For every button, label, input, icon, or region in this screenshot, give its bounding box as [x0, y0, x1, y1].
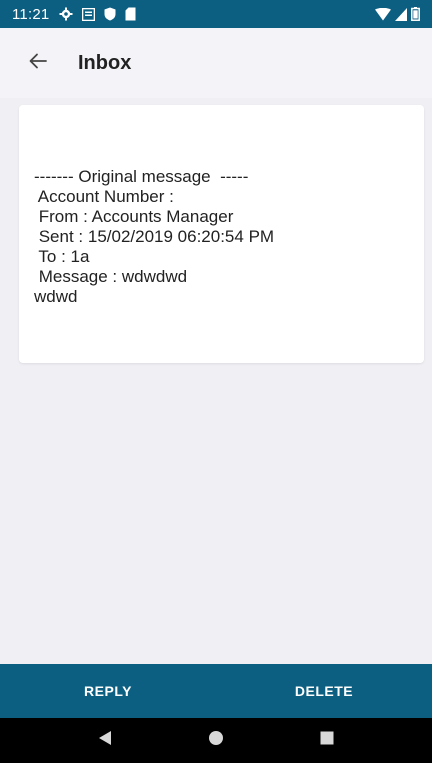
shield-icon: [104, 7, 116, 21]
nav-home-button[interactable]: [194, 719, 238, 763]
signal-icon: [395, 7, 407, 21]
message-header-line: ------- Original message -----: [34, 167, 249, 186]
message-to: To : 1a: [34, 247, 90, 266]
app-bar: Inbox: [0, 28, 432, 98]
message-icon: [82, 7, 96, 21]
status-left: 11:21: [12, 6, 136, 23]
reply-button[interactable]: REPLY: [0, 664, 216, 718]
delete-button[interactable]: DELETE: [216, 664, 432, 718]
sd-card-icon: [125, 7, 136, 21]
home-circle-icon: [208, 730, 224, 751]
message-card: ------- Original message ----- Account N…: [19, 105, 424, 363]
message-sent: Sent : 15/02/2019 06:20:54 PM: [34, 227, 275, 246]
gear-icon: [59, 7, 73, 21]
message-account-number: Account Number :: [34, 187, 174, 206]
status-time: 11:21: [12, 5, 50, 23]
page-title: Inbox: [78, 51, 132, 74]
back-button[interactable]: [18, 43, 58, 83]
back-triangle-icon: [98, 730, 112, 751]
status-bar: 11:21: [0, 0, 432, 28]
system-nav-bar: [0, 718, 432, 763]
status-right: [375, 7, 420, 21]
message-body-continued: wdwd: [34, 287, 78, 306]
wifi-icon: [375, 7, 391, 21]
arrow-left-icon: [29, 53, 47, 74]
battery-icon: [411, 7, 420, 21]
status-notification-icons: [59, 7, 136, 21]
nav-back-button[interactable]: [83, 719, 127, 763]
action-bar: REPLY DELETE: [0, 664, 432, 718]
nav-recents-button[interactable]: [305, 719, 349, 763]
recents-square-icon: [320, 731, 334, 750]
message-body: Message : wdwdwd: [34, 267, 188, 286]
message-from: From : Accounts Manager: [34, 207, 234, 226]
